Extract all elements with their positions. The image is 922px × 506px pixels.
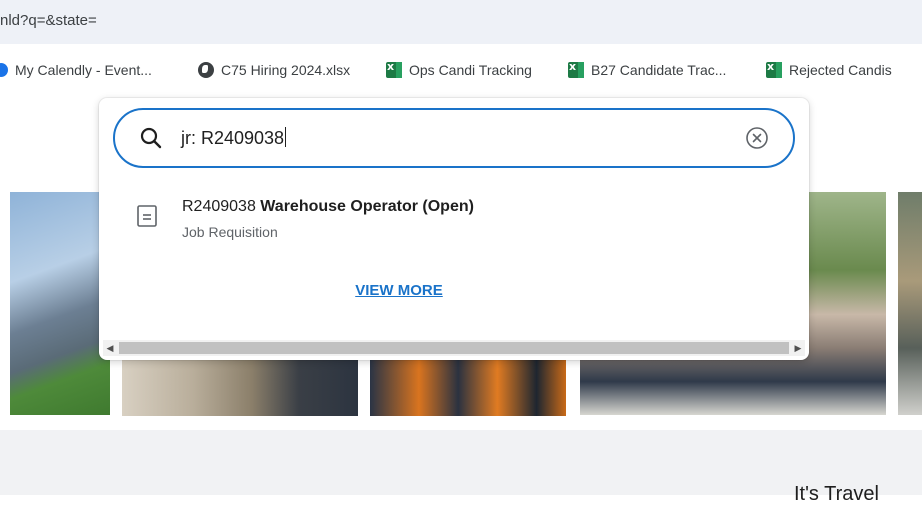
result-id: R2409038 xyxy=(182,198,256,215)
scrollbar-thumb[interactable] xyxy=(119,342,789,354)
excel-icon xyxy=(568,60,584,78)
bookmark-label: B27 Candidate Trac... xyxy=(591,62,727,78)
result-title[interactable]: R2409038 Warehouse Operator (Open) xyxy=(182,198,474,216)
search-input[interactable]: jr: R2409038 xyxy=(113,108,795,168)
search-result-item[interactable]: R2409038 Warehouse Operator (Open) Job R… xyxy=(119,190,779,250)
bookmark-c75-hiring[interactable]: C75 Hiring 2024.xlsx xyxy=(198,62,350,78)
building-photo xyxy=(10,192,110,415)
bookmark-label: Ops Candi Tracking xyxy=(409,62,532,78)
excel-icon xyxy=(766,60,782,78)
url-text[interactable]: nld?q=&state= xyxy=(0,12,97,29)
result-type: Job Requisition xyxy=(182,224,278,240)
text-cursor xyxy=(285,127,287,147)
scroll-left-icon[interactable]: ◀ xyxy=(103,340,117,356)
search-dropdown: jr: R2409038 R2409038 Warehouse Operator… xyxy=(99,98,809,360)
view-more-link[interactable]: VIEW MORE xyxy=(99,282,699,299)
document-icon xyxy=(137,205,157,227)
bookmark-ops-candi-tracking[interactable]: Ops Candi Tracking xyxy=(386,60,532,78)
bookmark-label: C75 Hiring 2024.xlsx xyxy=(221,62,351,78)
result-name: Warehouse Operator (Open) xyxy=(260,198,474,215)
bookmark-label: My Calendly - Event... xyxy=(15,62,152,78)
bookmark-label: Rejected Candis xyxy=(789,62,892,78)
bookmark-rejected-candis[interactable]: Rejected Candis xyxy=(766,60,892,78)
partial-photo xyxy=(898,192,922,415)
search-query[interactable]: jr: R2409038 xyxy=(181,127,287,149)
bookmark-calendly[interactable]: My Calendly - Event... xyxy=(0,62,152,78)
bookmark-b27-candidate-tracking[interactable]: B27 Candidate Trac... xyxy=(568,60,727,78)
address-bar[interactable]: nld?q=&state= xyxy=(0,0,922,44)
excel-icon xyxy=(386,60,402,78)
globe-icon xyxy=(198,62,214,78)
horizontal-scrollbar[interactable]: ◀ ▶ xyxy=(103,340,805,356)
calendly-icon xyxy=(0,63,8,77)
bookmarks-bar: My Calendly - Event... C75 Hiring 2024.x… xyxy=(0,44,922,100)
content-band xyxy=(0,430,922,495)
scroll-right-icon[interactable]: ▶ xyxy=(791,340,805,356)
search-icon xyxy=(140,127,162,149)
clear-icon[interactable] xyxy=(745,126,769,150)
